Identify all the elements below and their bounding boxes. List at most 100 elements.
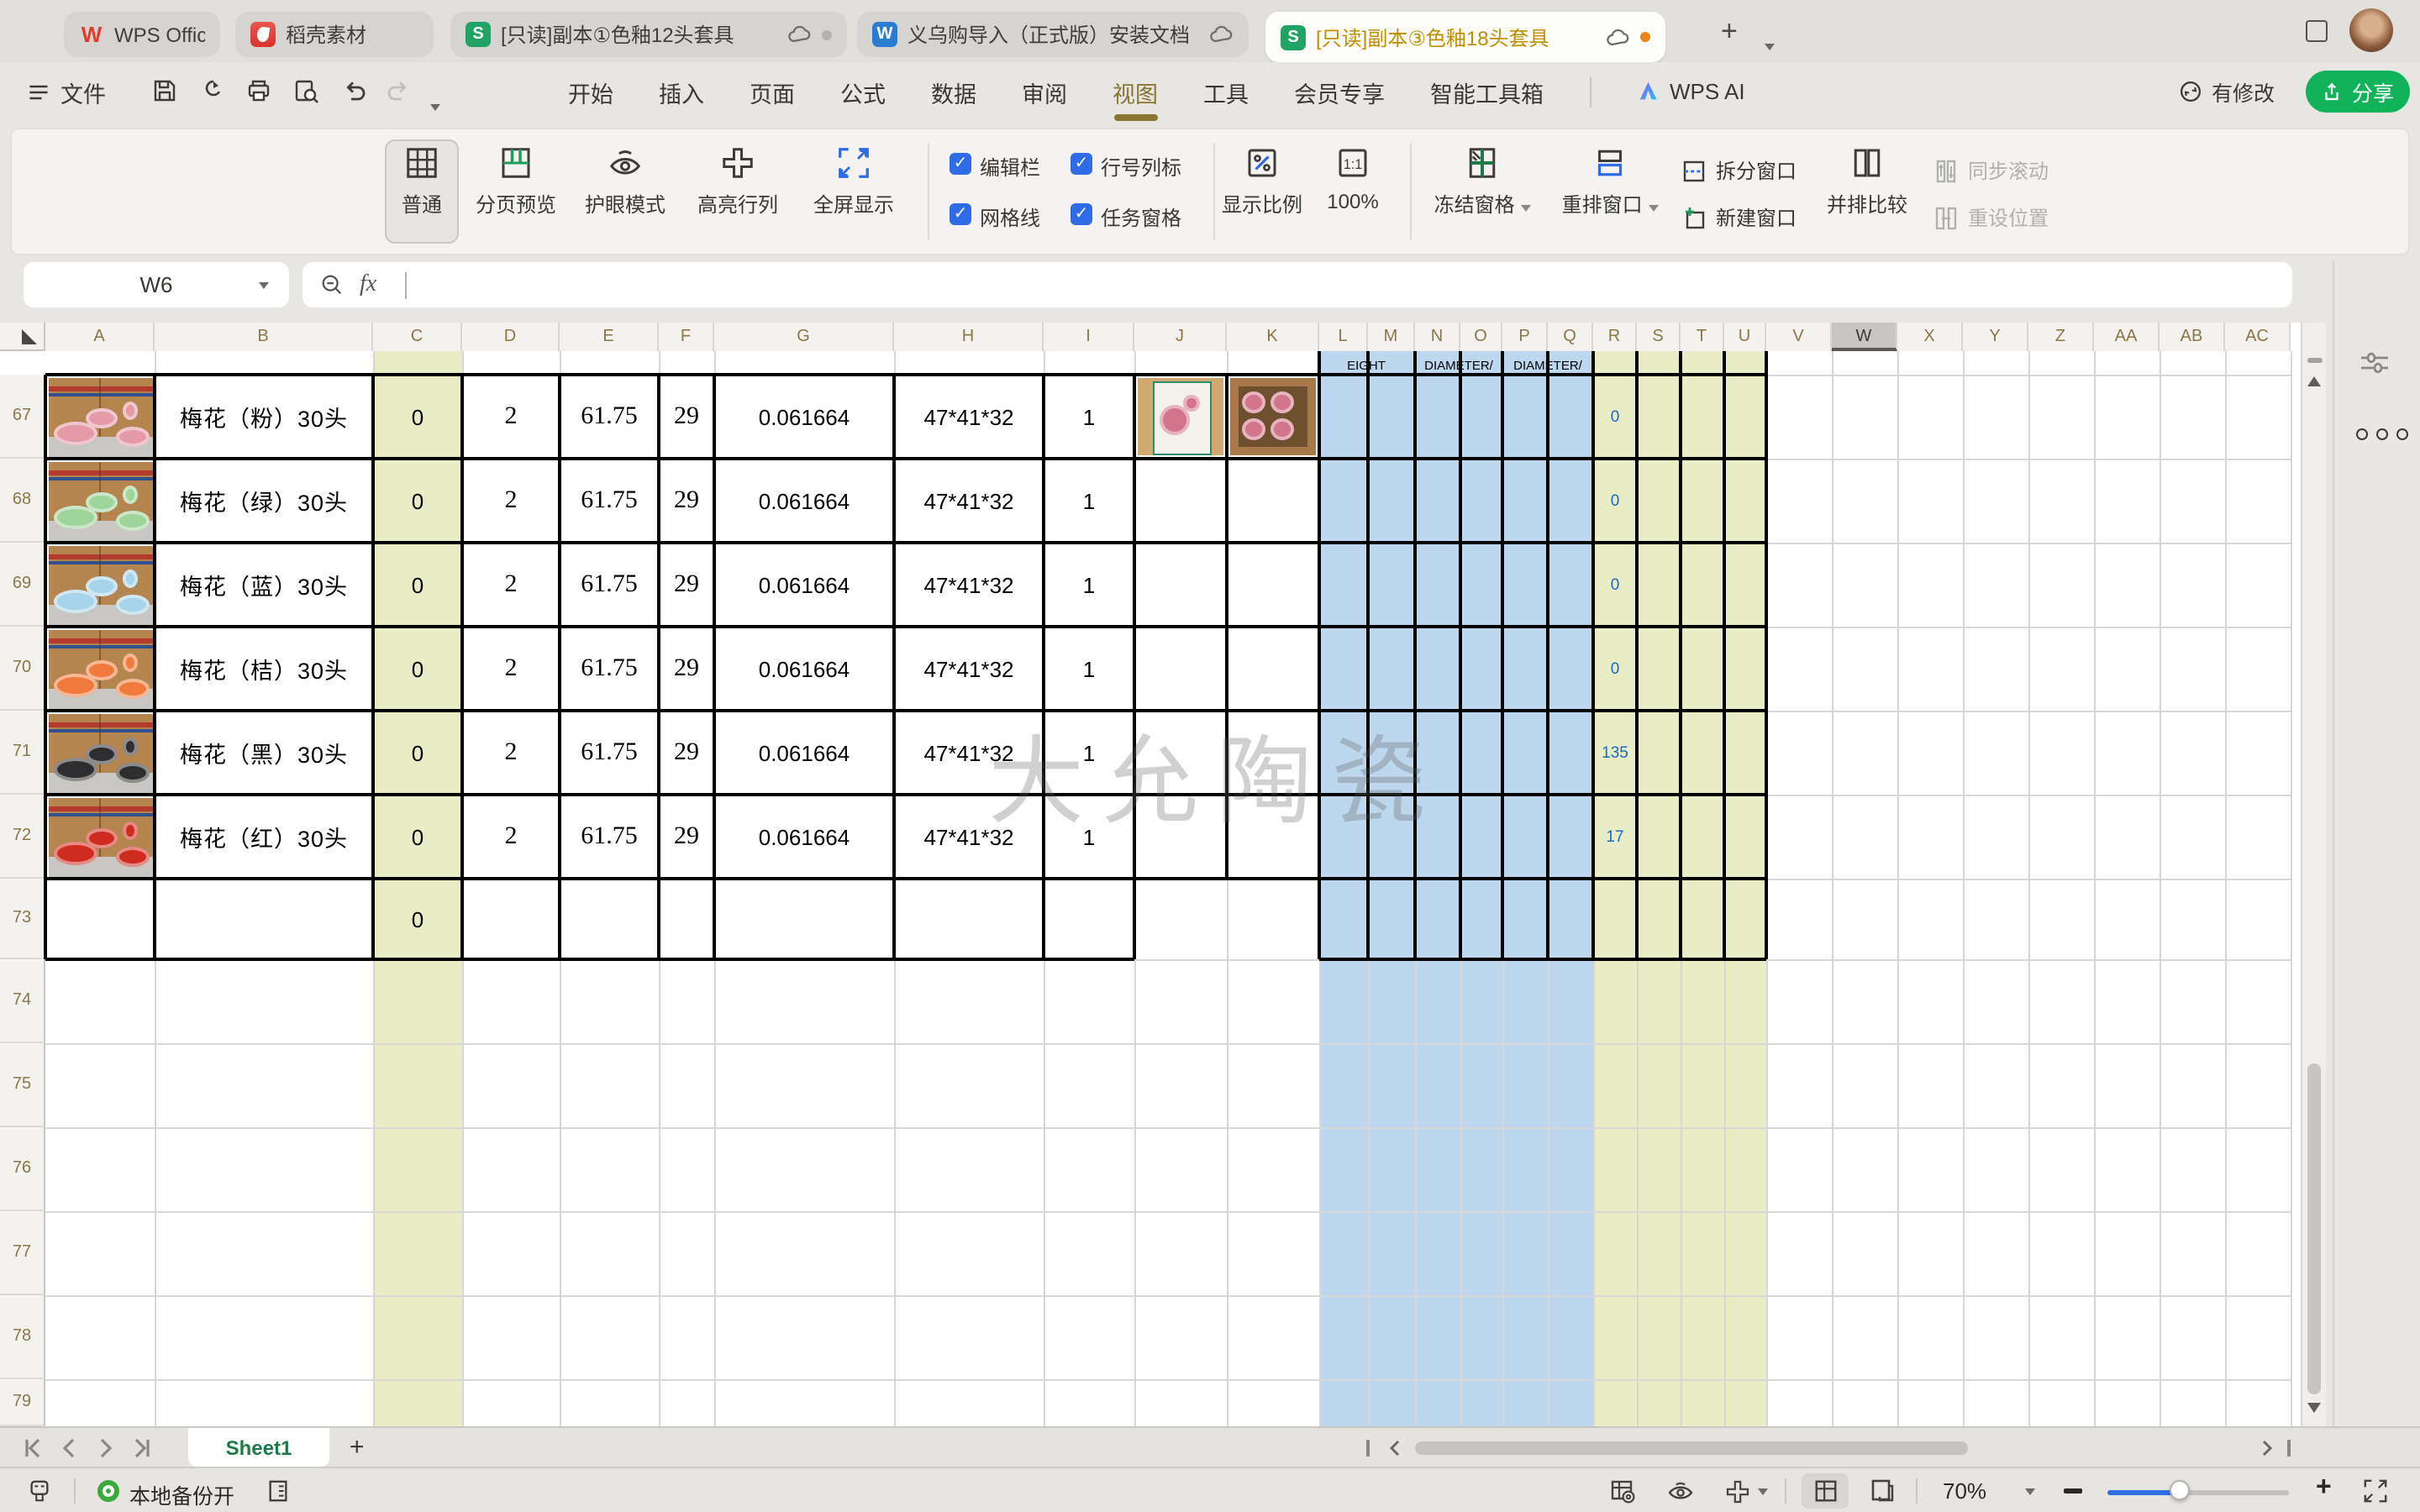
row-header-73[interactable]: 73 bbox=[0, 879, 45, 959]
cell-e70[interactable]: 61.75 bbox=[560, 627, 659, 711]
column-header-q[interactable]: Q bbox=[1548, 323, 1593, 351]
cell-d68[interactable]: 2 bbox=[462, 459, 560, 543]
cell-f70[interactable]: 29 bbox=[659, 627, 714, 711]
menu-item-view[interactable]: 视图 bbox=[1113, 75, 1158, 108]
cell-h69[interactable]: 47*41*32 bbox=[894, 543, 1044, 627]
document-tab[interactable]: S[只读]副本①色釉12头套具 bbox=[450, 12, 847, 57]
sheet-tab-sheet1[interactable]: Sheet1 bbox=[188, 1428, 329, 1467]
row-header-77[interactable]: 77 bbox=[0, 1211, 45, 1295]
print-preview-icon[interactable] bbox=[292, 77, 319, 104]
cell-i68[interactable]: 1 bbox=[1044, 459, 1134, 543]
cell-b71[interactable]: 梅花（黑）30头 bbox=[155, 711, 373, 795]
checkbox-headings[interactable]: ✓ bbox=[1071, 153, 1092, 175]
document-panel-icon[interactable] bbox=[266, 1478, 291, 1504]
scroll-down-arrow[interactable] bbox=[2307, 1403, 2321, 1413]
more-options-icon[interactable] bbox=[2356, 428, 2408, 440]
zoom-out-button[interactable] bbox=[2064, 1488, 2082, 1493]
first-sheet-icon[interactable] bbox=[20, 1436, 44, 1460]
side-by-side-button[interactable]: 并排比较 bbox=[1813, 146, 1921, 218]
column-header-aa[interactable]: AA bbox=[2094, 323, 2160, 351]
output-icon[interactable] bbox=[198, 77, 225, 104]
cell-r68[interactable]: 0 bbox=[1593, 459, 1637, 543]
row-header-70[interactable]: 70 bbox=[0, 627, 45, 711]
column-header-k[interactable]: K bbox=[1227, 323, 1319, 351]
row-header-74[interactable]: 74 bbox=[0, 959, 45, 1043]
file-menu[interactable]: 文件 bbox=[27, 76, 106, 109]
zoom-slider-knob[interactable] bbox=[2170, 1480, 2190, 1500]
menu-item-smart-toolbox[interactable]: 智能工具箱 bbox=[1430, 75, 1544, 108]
row-header-71[interactable]: 71 bbox=[0, 711, 45, 795]
column-header-b[interactable]: B bbox=[155, 323, 373, 351]
menu-item-formula[interactable]: 公式 bbox=[840, 75, 886, 108]
normal-view-toggle[interactable] bbox=[1802, 1473, 1849, 1509]
split-window-button[interactable]: 拆分窗口 bbox=[1681, 156, 1797, 185]
cell-f67[interactable]: 29 bbox=[659, 375, 714, 459]
column-header-m[interactable]: M bbox=[1368, 323, 1415, 351]
redo-icon[interactable] bbox=[385, 77, 412, 104]
menu-item-data[interactable]: 数据 bbox=[931, 75, 976, 108]
scrollbar-collapse-handle[interactable] bbox=[2307, 358, 2322, 363]
cell-h72[interactable]: 47*41*32 bbox=[894, 795, 1044, 879]
cell-c72[interactable]: 0 bbox=[373, 795, 462, 879]
cell-h67[interactable]: 47*41*32 bbox=[894, 375, 1044, 459]
zoom-in-button[interactable]: + bbox=[2316, 1473, 2332, 1504]
backup-status-label[interactable]: 本地备份开 bbox=[129, 1478, 234, 1510]
row-header-79[interactable]: 79 bbox=[0, 1379, 45, 1426]
highlight-rowcol-button[interactable]: 高亮行列 bbox=[684, 146, 792, 218]
cell-c71[interactable]: 0 bbox=[373, 711, 462, 795]
fullscreen-button[interactable]: 全屏显示 bbox=[800, 146, 908, 218]
cell-e72[interactable]: 61.75 bbox=[560, 795, 659, 879]
column-header-c[interactable]: C bbox=[373, 323, 462, 351]
vertical-scrollbar[interactable] bbox=[2301, 323, 2326, 1426]
page-layout-toggle-icon[interactable] bbox=[1869, 1477, 1896, 1504]
cell-b70[interactable]: 梅花（桔）30头 bbox=[155, 627, 373, 711]
wps-ai-button[interactable]: WPS AI bbox=[1636, 79, 1745, 104]
column-header-r[interactable]: R bbox=[1593, 323, 1637, 351]
cell-g70[interactable]: 0.061664 bbox=[714, 627, 894, 711]
cell-g72[interactable]: 0.061664 bbox=[714, 795, 894, 879]
column-header-h[interactable]: H bbox=[894, 323, 1044, 351]
table-views-icon[interactable] bbox=[1610, 1478, 1637, 1505]
user-avatar[interactable] bbox=[2349, 8, 2393, 52]
fullscreen-toggle-icon[interactable] bbox=[2363, 1478, 2388, 1504]
tab-list-chevron-icon[interactable] bbox=[1765, 29, 1775, 59]
column-header-v[interactable]: V bbox=[1766, 323, 1832, 351]
cell-e69[interactable]: 61.75 bbox=[560, 543, 659, 627]
column-header-z[interactable]: Z bbox=[2028, 323, 2094, 351]
cell-r72[interactable]: 17 bbox=[1593, 795, 1637, 879]
column-header-o[interactable]: O bbox=[1460, 323, 1502, 351]
column-header-s[interactable]: S bbox=[1637, 323, 1681, 351]
cell-r71[interactable]: 135 bbox=[1593, 711, 1637, 795]
zoom-100-button[interactable]: 1:1 100% bbox=[1299, 146, 1407, 213]
menu-item-home[interactable]: 开始 bbox=[568, 75, 613, 108]
cell-e68[interactable]: 61.75 bbox=[560, 459, 659, 543]
save-icon[interactable] bbox=[151, 77, 178, 104]
cell-e71[interactable]: 61.75 bbox=[560, 711, 659, 795]
cell-i70[interactable]: 1 bbox=[1044, 627, 1134, 711]
zoom-slider-track[interactable] bbox=[2180, 1489, 2289, 1494]
cell-f68[interactable]: 29 bbox=[659, 459, 714, 543]
cell-c67[interactable]: 0 bbox=[373, 375, 462, 459]
row-header-76[interactable]: 76 bbox=[0, 1127, 45, 1211]
row-header-69[interactable]: 69 bbox=[0, 543, 45, 627]
cell-f71[interactable]: 29 bbox=[659, 711, 714, 795]
cell-d67[interactable]: 2 bbox=[462, 375, 560, 459]
undo-icon[interactable] bbox=[341, 77, 368, 104]
macro-stamp-icon[interactable] bbox=[27, 1478, 52, 1504]
eye-view-icon[interactable] bbox=[1667, 1478, 1694, 1505]
zoom-chevron-icon[interactable] bbox=[2025, 1488, 2035, 1495]
column-header-j[interactable]: J bbox=[1134, 323, 1227, 351]
print-icon[interactable] bbox=[245, 77, 272, 104]
horizontal-scroll-thumb[interactable] bbox=[1415, 1441, 1968, 1455]
highlight-toggle-icon[interactable] bbox=[1724, 1478, 1751, 1505]
cell-g67[interactable]: 0.061664 bbox=[714, 375, 894, 459]
cell-i69[interactable]: 1 bbox=[1044, 543, 1134, 627]
cell-h68[interactable]: 47*41*32 bbox=[894, 459, 1044, 543]
modified-status[interactable]: 有修改 bbox=[2178, 76, 2275, 108]
hscroll-left-arrow[interactable] bbox=[1386, 1440, 1403, 1457]
window-layout-icon[interactable] bbox=[2306, 20, 2328, 42]
cell-c73[interactable]: 0 bbox=[373, 879, 462, 959]
normal-view-button[interactable]: 普通 bbox=[368, 146, 476, 218]
share-button[interactable]: 分享 bbox=[2306, 71, 2410, 113]
document-tab[interactable]: W义乌购导入（正式版）安装文档 bbox=[857, 12, 1249, 57]
